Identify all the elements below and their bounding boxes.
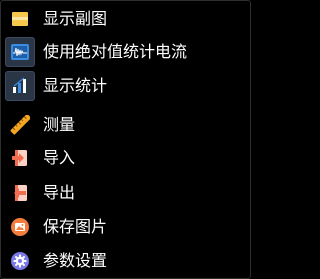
- menu-item-import[interactable]: 导入: [5, 143, 246, 173]
- menu-item-save-image[interactable]: 保存图片: [5, 212, 246, 242]
- gear-icon: [5, 246, 35, 276]
- menu-item-show-statistics[interactable]: 显示统计: [5, 71, 246, 101]
- menu-item-label: 测量: [43, 115, 76, 134]
- menu-item-label: 导入: [43, 148, 76, 167]
- menu-item-export[interactable]: 导出: [5, 178, 246, 208]
- image-icon: [5, 212, 35, 242]
- menu-item-label: 导出: [43, 183, 76, 202]
- menu-item-settings[interactable]: 参数设置: [5, 246, 246, 276]
- export-icon: [5, 178, 35, 208]
- menu-item-label: 参数设置: [43, 251, 108, 270]
- menu-item-label: 保存图片: [43, 217, 108, 236]
- subchart-icon: [5, 4, 35, 34]
- import-icon: [5, 143, 35, 173]
- menu-item-label: 显示副图: [43, 9, 108, 28]
- menu-item-label: 显示统计: [43, 76, 108, 95]
- waveform-chart-icon: [5, 37, 35, 67]
- menu-item-measure[interactable]: 测量: [5, 110, 246, 140]
- bar-stats-icon: [5, 71, 35, 101]
- ruler-icon: [5, 110, 35, 140]
- context-menu: 显示副图 使用绝对值统计电流 显示统计 测量 导入 导出 保存图片 参数设置: [0, 0, 251, 279]
- menu-item-label: 使用绝对值统计电流: [43, 42, 188, 61]
- menu-item-show-subchart[interactable]: 显示副图: [5, 4, 246, 34]
- menu-item-use-absolute-current[interactable]: 使用绝对值统计电流: [5, 37, 246, 67]
